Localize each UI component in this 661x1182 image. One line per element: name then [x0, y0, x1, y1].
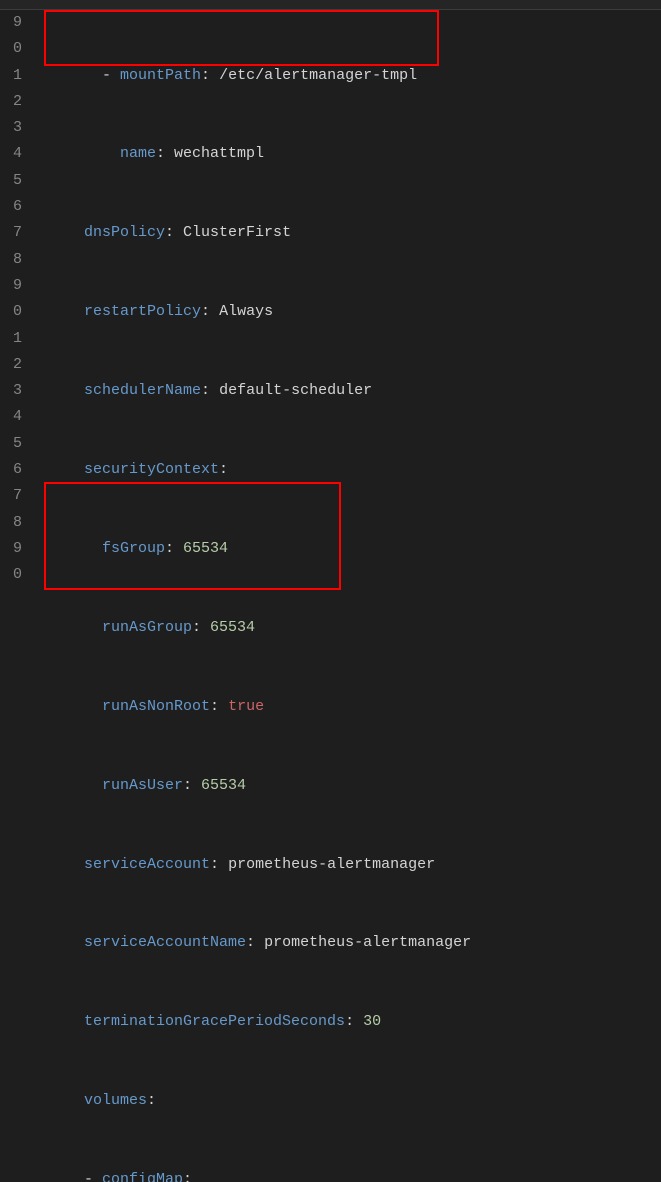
indent: [30, 303, 84, 320]
code-area[interactable]: - mountPath: /etc/alertmanager-tmpl name…: [30, 10, 661, 1182]
line-number: 8: [0, 510, 22, 536]
code-editor[interactable]: 9 0 1 2 3 4 5 6 7 8 9 0 1 2 3 4 5 6 7 8 …: [0, 10, 661, 1182]
line-number-gutter: 9 0 1 2 3 4 5 6 7 8 9 0 1 2 3 4 5 6 7 8 …: [0, 10, 30, 1182]
dash: -: [84, 1171, 102, 1182]
yaml-number: 65534: [183, 540, 228, 557]
indent: [30, 145, 120, 162]
yaml-key: securityContext: [84, 461, 219, 478]
indent: [30, 67, 102, 84]
line-number: 0: [0, 562, 22, 588]
line-number: 9: [0, 273, 22, 299]
code-line[interactable]: securityContext:: [30, 457, 661, 483]
indent: [30, 461, 84, 478]
yaml-value: /etc/alertmanager-tmpl: [219, 67, 417, 84]
indent: [30, 1092, 84, 1109]
code-line[interactable]: - configMap:: [30, 1167, 661, 1182]
yaml-bool: true: [228, 698, 264, 715]
yaml-value: ClusterFirst: [183, 224, 291, 241]
line-number: 7: [0, 220, 22, 246]
indent: [30, 698, 102, 715]
line-number: 8: [0, 247, 22, 273]
line-number: 1: [0, 326, 22, 352]
yaml-value: default-scheduler: [219, 382, 372, 399]
yaml-key: schedulerName: [84, 382, 201, 399]
yaml-number: 65534: [210, 619, 255, 636]
line-number: 2: [0, 352, 22, 378]
line-number: 5: [0, 431, 22, 457]
yaml-value: prometheus-alertmanager: [264, 934, 471, 951]
line-number: 1: [0, 63, 22, 89]
dash: -: [102, 67, 120, 84]
code-line[interactable]: fsGroup: 65534: [30, 536, 661, 562]
yaml-number: 30: [363, 1013, 381, 1030]
yaml-key: serviceAccountName: [84, 934, 246, 951]
line-number: 3: [0, 378, 22, 404]
line-number: 4: [0, 141, 22, 167]
line-number: 4: [0, 404, 22, 430]
code-line[interactable]: restartPolicy: Always: [30, 299, 661, 325]
line-number: 6: [0, 457, 22, 483]
indent: [30, 1171, 84, 1182]
code-line[interactable]: runAsGroup: 65534: [30, 615, 661, 641]
yaml-key: dnsPolicy: [84, 224, 165, 241]
indent: [30, 224, 84, 241]
line-number: 2: [0, 89, 22, 115]
yaml-key: configMap: [102, 1171, 183, 1182]
line-number: 9: [0, 536, 22, 562]
line-number: 0: [0, 36, 22, 62]
indent: [30, 619, 102, 636]
yaml-key: runAsGroup: [102, 619, 192, 636]
yaml-key: terminationGracePeriodSeconds: [84, 1013, 345, 1030]
line-number: 6: [0, 194, 22, 220]
yaml-key: name: [120, 145, 156, 162]
indent: [30, 856, 84, 873]
indent: [30, 540, 102, 557]
code-line[interactable]: serviceAccountName: prometheus-alertmana…: [30, 930, 661, 956]
line-number: 3: [0, 115, 22, 141]
line-number: 7: [0, 483, 22, 509]
code-line[interactable]: runAsUser: 65534: [30, 773, 661, 799]
indent: [30, 777, 102, 794]
yaml-value: wechattmpl: [174, 145, 264, 162]
indent: [30, 934, 84, 951]
yaml-key: fsGroup: [102, 540, 165, 557]
code-line[interactable]: terminationGracePeriodSeconds: 30: [30, 1009, 661, 1035]
line-number: 9: [0, 10, 22, 36]
code-line[interactable]: volumes:: [30, 1088, 661, 1114]
line-number: 0: [0, 299, 22, 325]
yaml-key: runAsNonRoot: [102, 698, 210, 715]
code-line[interactable]: runAsNonRoot: true: [30, 694, 661, 720]
code-line[interactable]: dnsPolicy: ClusterFirst: [30, 220, 661, 246]
yaml-key: volumes: [84, 1092, 147, 1109]
code-line[interactable]: - mountPath: /etc/alertmanager-tmpl: [30, 63, 661, 89]
code-line[interactable]: name: wechattmpl: [30, 141, 661, 167]
yaml-key: mountPath: [120, 67, 201, 84]
indent: [30, 1013, 84, 1030]
tab-bar: [0, 0, 661, 10]
yaml-key: runAsUser: [102, 777, 183, 794]
code-line[interactable]: schedulerName: default-scheduler: [30, 378, 661, 404]
yaml-key: serviceAccount: [84, 856, 210, 873]
yaml-value: Always: [219, 303, 273, 320]
yaml-value: prometheus-alertmanager: [228, 856, 435, 873]
indent: [30, 382, 84, 399]
yaml-key: restartPolicy: [84, 303, 201, 320]
line-number: 5: [0, 168, 22, 194]
yaml-number: 65534: [201, 777, 246, 794]
code-line[interactable]: serviceAccount: prometheus-alertmanager: [30, 852, 661, 878]
